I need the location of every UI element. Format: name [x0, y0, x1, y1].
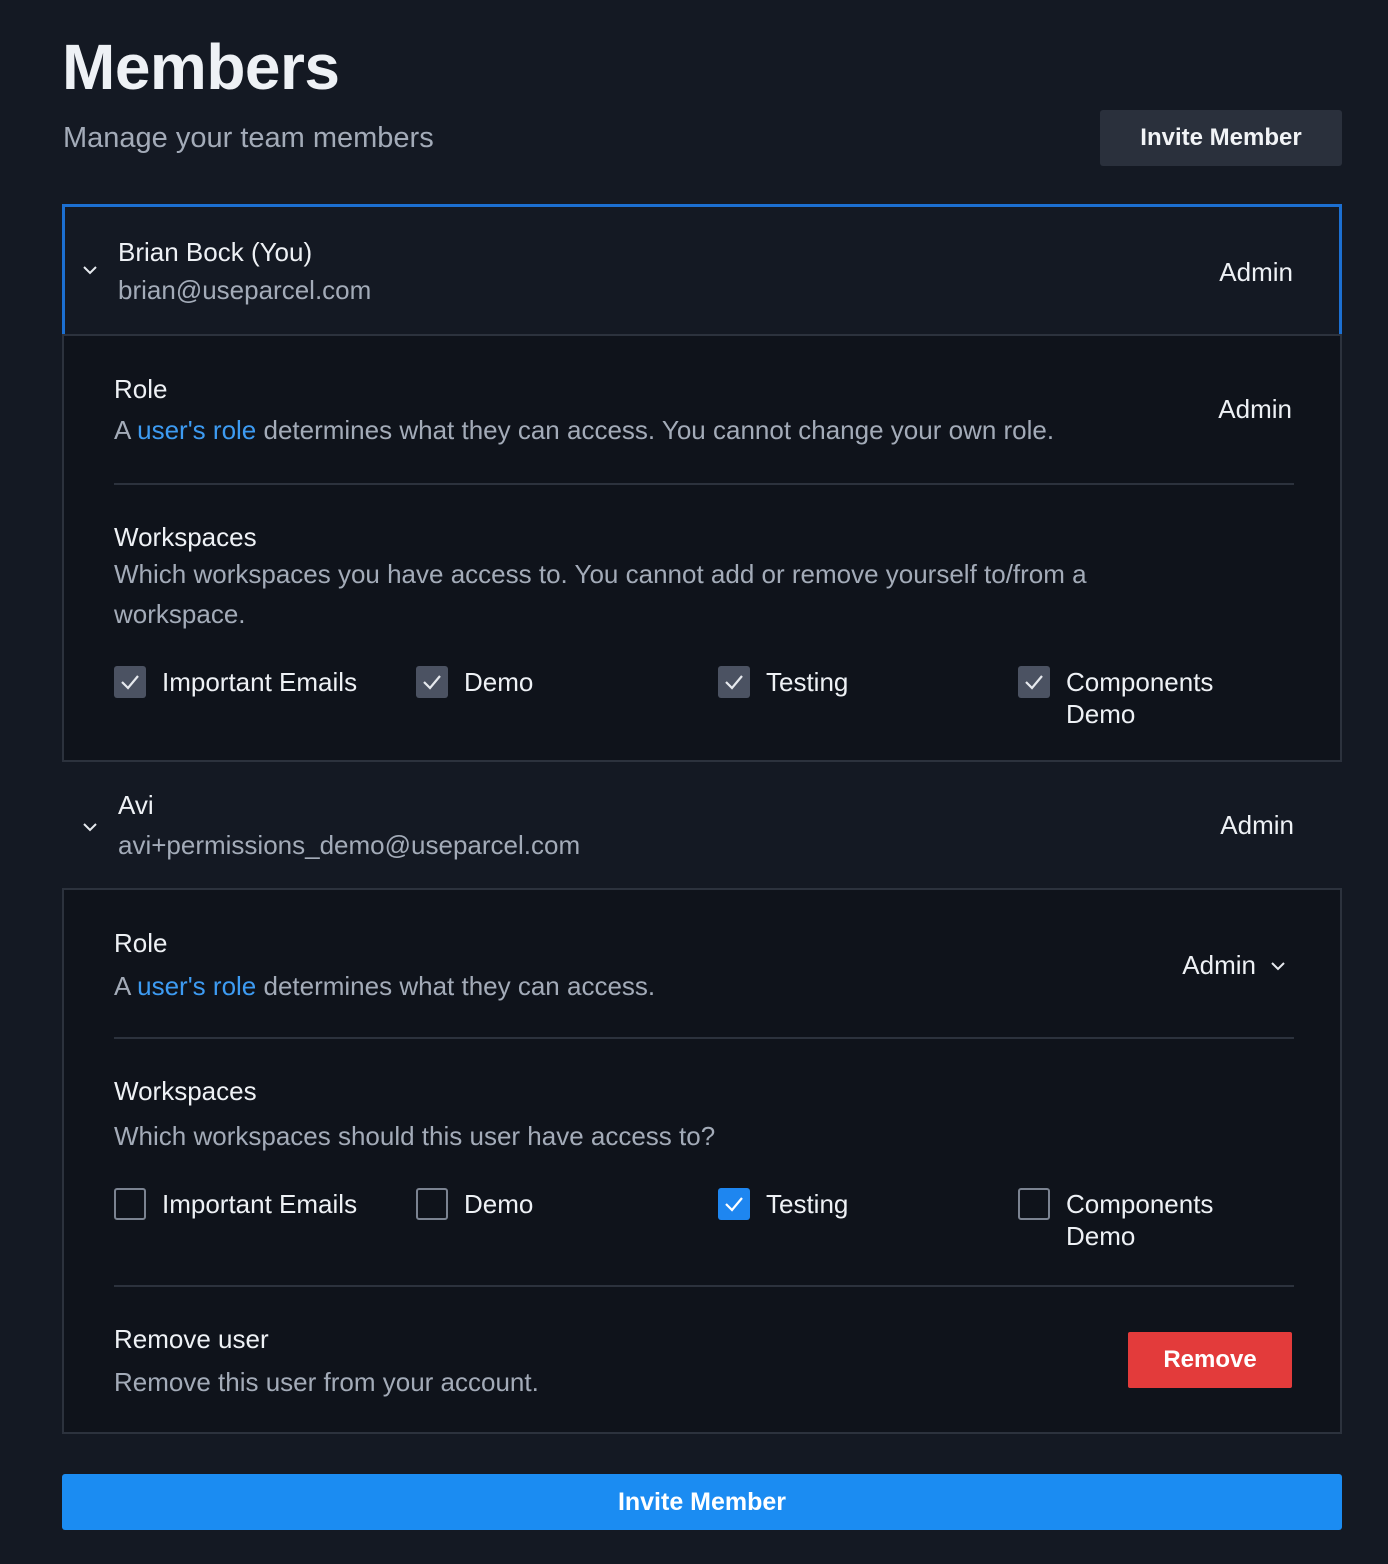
checkbox-label[interactable]: Important Emails [162, 1188, 357, 1220]
workspace-checkbox-group: Important Emails Demo Testing Components… [114, 666, 1294, 736]
checkbox[interactable] [416, 1188, 448, 1220]
checkbox [718, 666, 750, 698]
checkbox [416, 666, 448, 698]
invite-member-button-bottom[interactable]: Invite Member [62, 1474, 1342, 1530]
member-email: brian@useparcel.com [118, 275, 372, 305]
workspaces-description: Which workspaces you have access to. You… [114, 559, 1087, 629]
workspaces-title: Workspaces [114, 522, 257, 552]
role-description: A user's role determines what they can a… [114, 415, 1055, 445]
check-icon [725, 1197, 743, 1212]
checkbox-label: Components Demo [1066, 667, 1214, 729]
divider [114, 1037, 1294, 1039]
checkbox-label[interactable]: Demo [464, 1188, 533, 1220]
role-title: Role [114, 928, 168, 958]
invite-member-button-top[interactable]: Invite Member [1100, 110, 1342, 166]
member-details-avi: Role A user's role determines what they … [62, 888, 1342, 1434]
workspace-checkbox-group: Important Emails Demo Testing Components… [114, 1188, 1294, 1258]
role-select-value: Admin [1182, 950, 1256, 980]
member-name: Avi [118, 790, 154, 820]
checkbox-label: Demo [464, 667, 534, 697]
checkbox[interactable] [114, 1188, 146, 1220]
member-name: Brian Bock (You) [118, 237, 313, 267]
checkbox[interactable] [1018, 1188, 1050, 1220]
check-icon [725, 675, 743, 690]
chevron-down-icon[interactable] [82, 819, 98, 835]
checkbox-label[interactable]: Components Demo [1066, 1188, 1236, 1252]
checkbox-label: Important Emails [162, 667, 358, 697]
users-role-link[interactable]: user's role [137, 415, 256, 445]
workspaces-title: Workspaces [114, 1076, 257, 1106]
page-subtitle: Manage your team members [63, 122, 434, 154]
member-role: Admin [1220, 810, 1294, 840]
divider [114, 483, 1294, 485]
member-role: Admin [1219, 257, 1293, 287]
role-select[interactable]: Admin [1182, 950, 1286, 981]
chevron-down-icon[interactable] [82, 262, 98, 278]
check-icon [423, 675, 441, 690]
page-title: Members [62, 31, 340, 103]
check-icon [121, 675, 139, 690]
remove-user-title: Remove user [114, 1324, 269, 1354]
workspaces-description: Which workspaces should this user have a… [114, 1121, 716, 1151]
member-row-avi[interactable]: Avi avi+permissions_demo@useparcel.com A… [62, 762, 1342, 892]
checkbox-label[interactable]: Testing [766, 1188, 848, 1220]
checkbox [1018, 666, 1050, 698]
checkbox [114, 666, 146, 698]
member-email: avi+permissions_demo@useparcel.com [118, 830, 581, 860]
role-description: A user's role determines what they can a… [114, 971, 656, 1001]
members-page: Members Manage your team members Invite … [0, 0, 1388, 1564]
check-icon [1025, 675, 1043, 690]
checkbox-label: Testing [766, 667, 849, 697]
checkbox[interactable] [718, 1188, 750, 1220]
divider [114, 1285, 1294, 1287]
role-title: Role [114, 374, 168, 404]
users-role-link[interactable]: user's role [137, 971, 256, 1001]
remove-user-button[interactable]: Remove [1128, 1332, 1292, 1388]
member-row-brian[interactable]: Brian Bock (You) brian@useparcel.com Adm… [62, 204, 1342, 334]
role-value: Admin [1218, 394, 1292, 424]
remove-user-description: Remove this user from your account. [114, 1367, 539, 1397]
member-details-brian: Role A user's role determines what they … [62, 334, 1342, 762]
chevron-down-icon [1271, 961, 1285, 970]
